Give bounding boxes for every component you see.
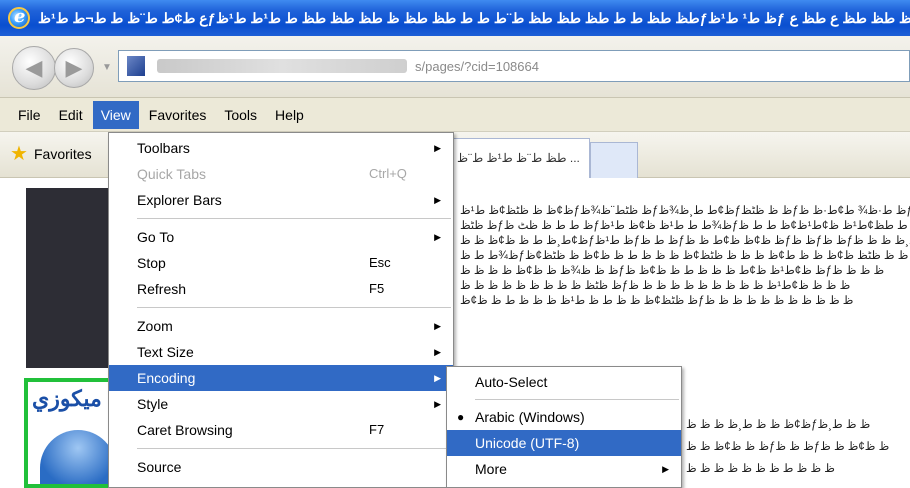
selected-bullet-icon: ● <box>457 410 465 424</box>
menu-item-encoding[interactable]: Encoding ▶ <box>109 365 453 391</box>
submenu-arrow-icon: ▶ <box>434 232 441 242</box>
encoding-more[interactable]: More ▶ <box>447 456 681 482</box>
menu-edit[interactable]: Edit <box>51 101 91 129</box>
menu-tools[interactable]: Tools <box>216 101 265 129</box>
blurred-url-segment <box>157 59 407 73</box>
menu-item-label: Explorer Bars <box>137 192 222 208</box>
garbled-text-line: ظ ظ ظ ط ظ ظ ظ ظ ظ ظ ظ <box>686 463 835 475</box>
menu-item-refresh[interactable]: Refresh F5 <box>109 276 453 302</box>
browser-tab[interactable]: طظ ط¨ظ ط¹ظ ط¨ظ ... <box>450 138 590 178</box>
submenu-item-label: Auto-Select <box>475 374 548 390</box>
menu-item-label: Encoding <box>137 370 196 386</box>
garbled-text-line: ظ ظ ظ¢ظ ظ ظƒظ ظ ظƒظ ظ¢ظ ظ ظ <box>686 441 890 453</box>
menu-bar: File Edit View Favorites Tools Help <box>0 98 910 132</box>
menu-item-label: Text Size <box>137 344 194 360</box>
garbled-text-line: ظ¢ظ ظ ظٹظ¢ظ ط¹ظƒظ ظٹط¨ظ¾ظƒظ¢ط ط¸ظ¾ظƒظ ظ … <box>460 205 910 217</box>
garbled-text-block: ظ¢ظ ظ ظٹظ¢ظ ط¹ظƒظ ظٹط¨ظ¾ظƒظ¢ط ط¸ظ¾ظƒظ ظ … <box>460 204 910 309</box>
submenu-arrow-icon: ▶ <box>434 195 441 205</box>
menu-item-toolbars[interactable]: Toolbars ▶ <box>109 135 453 161</box>
menu-favorites[interactable]: Favorites <box>141 101 215 129</box>
encoding-auto-select[interactable]: Auto-Select <box>447 369 681 395</box>
favorites-button[interactable]: Favorites <box>34 146 92 162</box>
address-toolbar: ◀ ▶ ▼ s/pages/?cid=108664 <box>0 36 910 98</box>
submenu-arrow-icon: ▶ <box>434 321 441 331</box>
menu-item-label: Go To <box>137 229 175 245</box>
submenu-arrow-icon: ▶ <box>434 347 441 357</box>
menu-item-label: Quick Tabs <box>137 166 206 182</box>
menu-item-caret-browsing[interactable]: Caret Browsing F7 <box>109 417 453 443</box>
garbled-text-line: ظ¾ط ط ظƒظ ظ ظٹظ ظ¢ظ ظ ظ ط¢ظ ظ ظ ظ ظٹظ¢ظ … <box>460 250 909 262</box>
menu-item-label: Toolbars <box>137 140 190 156</box>
menu-item-explorer-bars[interactable]: Explorer Bars ▶ <box>109 187 453 213</box>
recent-pages-dropdown-icon[interactable]: ▼ <box>102 62 112 73</box>
garbled-text-line: ظ¢ظ ظ ظ ط¸ظ ظ ظ ظƒظ ظ ط¸ظ <box>686 419 871 431</box>
menu-item-stop[interactable]: Stop Esc <box>109 250 453 276</box>
menu-item-shortcut: Esc <box>369 255 391 270</box>
new-tab-button[interactable] <box>590 142 638 178</box>
window-title-bar: ع ط¢ط ط¨ظ ط ط¬ط ط¹ظƒطظ طظ ط ط طظ طظ طظ ط… <box>0 0 910 36</box>
menu-item-shortcut: F7 <box>369 422 385 437</box>
menu-file[interactable]: File <box>10 101 49 129</box>
submenu-arrow-icon: ▶ <box>662 464 669 474</box>
menu-separator <box>137 218 451 219</box>
menu-item-label: Stop <box>137 255 166 271</box>
menu-item-source[interactable]: Source <box>109 454 453 480</box>
submenu-arrow-icon: ▶ <box>434 399 441 409</box>
menu-item-text-size[interactable]: Text Size ▶ <box>109 339 453 365</box>
menu-help[interactable]: Help <box>267 101 312 129</box>
logo-graphic <box>40 430 116 484</box>
menu-item-shortcut: F5 <box>369 281 385 296</box>
garbled-text-line: ظ ظٹظ ظ ظ ظ ظ ظ ظ ظ ظ ظƒظ ظ ظ ظ¢ط¹ظ ظ ظ … <box>460 280 851 292</box>
menu-item-label: Zoom <box>137 318 173 334</box>
favorites-star-icon[interactable]: ★ <box>10 144 28 164</box>
address-url-text: s/pages/?cid=108664 <box>415 58 539 74</box>
menu-item-label: Source <box>137 459 182 475</box>
menu-item-label: Refresh <box>137 281 187 297</box>
menu-separator <box>137 448 451 449</box>
site-logo-text: ميكوزي <box>32 386 102 411</box>
encoding-unicode-utf8[interactable]: Unicode (UTF-8) <box>447 430 681 456</box>
back-button[interactable]: ◀ <box>12 46 56 90</box>
garbled-text-line: ظ ظٹظƒظ ط ط ظ ظٹ ظƒظ¾ط ط ط¹ظ ظ¢ظ ط¹ظƒظ ظ… <box>460 220 910 232</box>
submenu-item-label: Unicode (UTF-8) <box>475 435 580 451</box>
menu-separator <box>137 307 451 308</box>
submenu-item-label: More <box>475 461 507 477</box>
window-title: ع ط¢ط ط¨ظ ط ط¬ط ط¹ظƒطظ طظ ط ط طظ طظ طظ ط… <box>38 9 910 26</box>
menu-item-label: Caret Browsing <box>137 422 233 438</box>
garbled-text-line: ظ¢ط¸ظ ط ظ ظ¢ظ ظ ظƒظ ط¹ظƒظ ط ظƒظ ظ¢ظ ظ¢ط … <box>460 235 910 247</box>
menu-view[interactable]: View <box>92 100 139 129</box>
encoding-arabic-windows[interactable]: ● Arabic (Windows) <box>447 404 681 430</box>
menu-item-label: Style <box>137 396 169 412</box>
garbled-text-line: ظ ظ ظ¾ظ ظ ظ¢ظ ظ ظ ظ ظƒظ ظ¢ط¹ظ ظ¢ط ظ ظ ظ … <box>460 265 885 277</box>
submenu-arrow-icon: ▶ <box>434 373 441 383</box>
encoding-submenu: Auto-Select ● Arabic (Windows) Unicode (… <box>446 366 682 488</box>
menu-item-quick-tabs: Quick Tabs Ctrl+Q <box>109 161 453 187</box>
internet-explorer-icon <box>8 6 30 29</box>
menu-item-go-to[interactable]: Go To ▶ <box>109 224 453 250</box>
forward-button[interactable]: ▶ <box>54 48 94 88</box>
submenu-item-label: Arabic (Windows) <box>475 409 585 425</box>
address-input[interactable]: s/pages/?cid=108664 <box>118 50 910 82</box>
submenu-arrow-icon: ▶ <box>434 143 441 153</box>
menu-item-zoom[interactable]: Zoom ▶ <box>109 313 453 339</box>
garbled-text-block-lower: ظ¢ظ ظ ظ ط¸ظ ظ ظ ظƒظ ظ ط¸ظ ظ ظ ظ¢ظ ظ ظƒظ … <box>686 414 910 480</box>
submenu-separator <box>475 399 679 400</box>
view-menu-dropdown: Toolbars ▶ Quick Tabs Ctrl+Q Explorer Ba… <box>108 132 454 488</box>
menu-item-shortcut: Ctrl+Q <box>369 166 407 181</box>
garbled-text-line: ظ ظٹظ¢ظ ظ ظ ط ظ ط¹ظ ظ ظ ظ ط ظ ظ¢ظƒظ ظ ظ … <box>460 295 854 307</box>
page-icon <box>127 56 145 76</box>
menu-item-style[interactable]: Style ▶ <box>109 391 453 417</box>
